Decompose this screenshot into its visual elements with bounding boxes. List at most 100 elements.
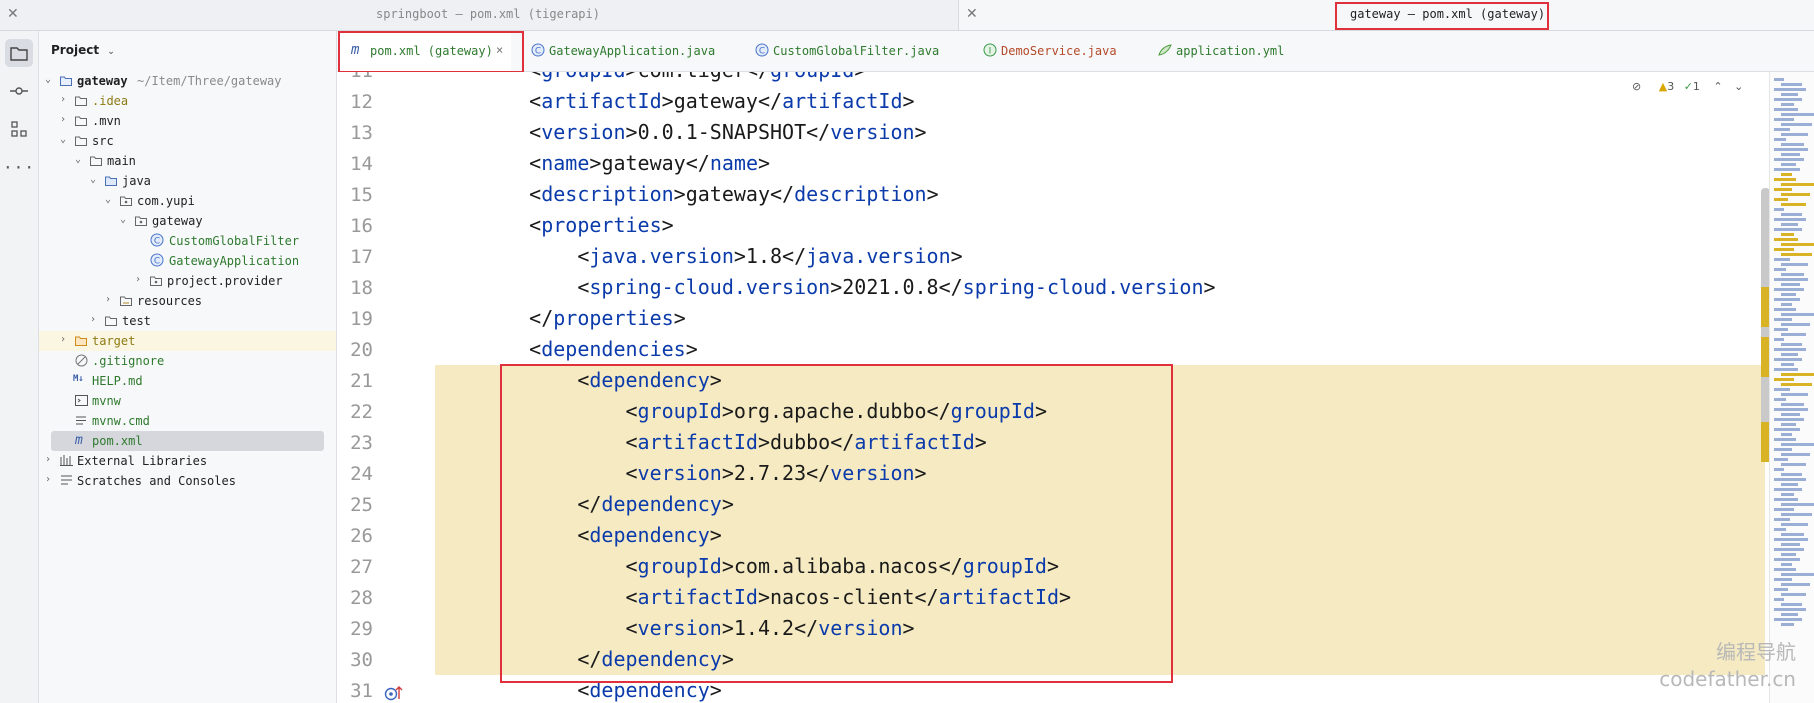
minimap-line bbox=[1781, 313, 1814, 316]
code-text: <artifactId>gateway</artifactId> bbox=[435, 89, 915, 113]
tree-item-test[interactable]: › test bbox=[39, 311, 336, 331]
minimap-line bbox=[1781, 463, 1806, 466]
tree-item-path: ~/Item/Three/gateway bbox=[137, 74, 282, 88]
project-tool-button[interactable] bbox=[5, 39, 33, 67]
implemented-gutter-icon[interactable] bbox=[384, 684, 406, 702]
tree-item-label: CustomGlobalFilter bbox=[169, 234, 300, 248]
tree-item-java[interactable]: ⌄ java bbox=[39, 171, 336, 191]
tree-item-mvnw-cmd[interactable]: mvnw.cmd bbox=[39, 411, 336, 431]
commit-tool-button[interactable] bbox=[5, 77, 33, 105]
tree-item-src[interactable]: ⌄ src bbox=[39, 131, 336, 151]
xml-value: gateway bbox=[685, 182, 771, 206]
bracket: < bbox=[529, 120, 542, 144]
xml-tag-name: version bbox=[541, 120, 626, 144]
reader-mode-icon[interactable]: ⊘ bbox=[1632, 80, 1641, 93]
tree-item-help-md[interactable]: M↓ HELP.md bbox=[39, 371, 336, 391]
bracket: < bbox=[529, 72, 541, 82]
more-tools-button[interactable]: ··· bbox=[3, 153, 34, 181]
tab-label: application.yml bbox=[1176, 44, 1285, 58]
chevron-down-icon[interactable]: ⌄ bbox=[1734, 80, 1743, 93]
tree-item-external-libraries[interactable]: › External Libraries bbox=[39, 451, 336, 471]
tree-item-scratches[interactable]: › Scratches and Consoles bbox=[39, 471, 336, 491]
minimap-line bbox=[1781, 353, 1798, 356]
tree-item-gatewayapplication[interactable]: C GatewayApplication bbox=[39, 251, 336, 271]
close-window-icon[interactable]: ✕ bbox=[966, 6, 978, 22]
tree-item-main[interactable]: ⌄ main bbox=[39, 151, 336, 171]
tree-item-project-provider[interactable]: › project.provider bbox=[39, 271, 336, 291]
editor-tabs: m pom.xml (gateway) × C GatewayApplicati… bbox=[337, 31, 1814, 72]
tree-item-idea[interactable]: › .idea bbox=[39, 91, 336, 111]
minimap-line bbox=[1781, 383, 1812, 386]
bracket: > bbox=[685, 337, 698, 361]
tree-item-com-yupi[interactable]: ⌄ com.yupi bbox=[39, 191, 336, 211]
code-line: <artifactId>gateway</artifactId> bbox=[435, 86, 915, 117]
minimap-line bbox=[1774, 558, 1800, 561]
tree-item-label: main bbox=[107, 154, 136, 168]
line-number: 24 bbox=[350, 463, 373, 485]
tab-gatewayapplication[interactable]: C GatewayApplication.java bbox=[527, 31, 717, 71]
tree-item-gateway-root[interactable]: ⌄ gateway ~/Item/Three/gateway bbox=[39, 71, 336, 91]
line-number: 31 bbox=[350, 680, 373, 702]
minimap-line bbox=[1781, 83, 1802, 86]
class-icon: C bbox=[755, 43, 769, 60]
bracket: > bbox=[902, 89, 915, 113]
bracket: > bbox=[1203, 275, 1216, 299]
svg-text:I: I bbox=[989, 47, 992, 57]
svg-text:C: C bbox=[154, 257, 160, 267]
minimap-line bbox=[1774, 408, 1808, 411]
minimap-line bbox=[1774, 178, 1796, 181]
minimap-line bbox=[1781, 533, 1804, 536]
minimap-line bbox=[1774, 328, 1788, 331]
line-number: 16 bbox=[350, 215, 373, 237]
line-number: 18 bbox=[350, 277, 373, 299]
close-window-icon[interactable]: ✕ bbox=[7, 6, 19, 22]
inspection-widget[interactable]: ⊘ ▲3 ✓1 ⌃ ⌄ bbox=[1632, 80, 1743, 93]
minimap-line bbox=[1774, 358, 1802, 361]
tree-item-resources[interactable]: › resources bbox=[39, 291, 336, 311]
resources-folder-icon bbox=[120, 295, 132, 309]
minimap-line bbox=[1781, 123, 1812, 126]
minimap-line bbox=[1774, 438, 1796, 441]
tree-item-label: java bbox=[122, 174, 151, 188]
tree-item-mvn[interactable]: › .mvn bbox=[39, 111, 336, 131]
minimap[interactable] bbox=[1769, 72, 1814, 703]
folder-icon bbox=[105, 315, 117, 329]
tree-item-gateway-package[interactable]: ⌄ gateway bbox=[39, 211, 336, 231]
tab-label: GatewayApplication.java bbox=[549, 44, 716, 58]
tree-item-customglobalfilter[interactable]: C CustomGlobalFilter bbox=[39, 231, 336, 251]
tree-item-label: project.provider bbox=[167, 274, 283, 288]
structure-tool-button[interactable] bbox=[5, 115, 33, 143]
bracket: > bbox=[914, 120, 927, 144]
tree-item-target[interactable]: › target bbox=[39, 331, 336, 351]
minimap-line bbox=[1781, 363, 1794, 366]
bracket: </ bbox=[770, 182, 795, 206]
xml-tag-name: properties bbox=[553, 306, 674, 330]
tab-application-yml[interactable]: application.yml bbox=[1154, 31, 1304, 71]
tab-demoservice[interactable]: I DemoService.java bbox=[979, 31, 1129, 71]
chevron-up-icon[interactable]: ⌃ bbox=[1713, 80, 1722, 93]
minimap-line bbox=[1781, 403, 1804, 406]
code-text: <dependencies> bbox=[435, 337, 698, 361]
minimap-line bbox=[1774, 148, 1808, 151]
minimap-line bbox=[1774, 138, 1786, 141]
highlight-box-dependencies bbox=[500, 364, 1173, 683]
line-number: 19 bbox=[350, 308, 373, 330]
minimap-line bbox=[1774, 208, 1784, 211]
minimap-line bbox=[1781, 113, 1814, 116]
xml-tag-name: description bbox=[794, 182, 927, 206]
tree-item-mvnw[interactable]: mvnw bbox=[39, 391, 336, 411]
project-panel-header[interactable]: Project ⌄ bbox=[51, 43, 115, 57]
window-left[interactable]: ✕ springboot – pom.xml (tigerapi) bbox=[0, 0, 959, 30]
tree-item-label: pom.xml bbox=[92, 434, 143, 448]
tree-item-label: src bbox=[92, 134, 114, 148]
minimap-line bbox=[1781, 393, 1808, 396]
tab-customglobalfilter[interactable]: C CustomGlobalFilter.java bbox=[751, 31, 941, 71]
tree-item-gitignore[interactable]: .gitignore bbox=[39, 351, 336, 371]
tree-item-label: mvnw bbox=[92, 394, 121, 408]
chevron-right-icon: › bbox=[135, 274, 142, 285]
minimap-line bbox=[1774, 238, 1798, 241]
minimap-line bbox=[1781, 303, 1792, 306]
tree-item-pom-xml[interactable]: m pom.xml bbox=[39, 431, 336, 451]
minimap-line bbox=[1781, 613, 1798, 616]
